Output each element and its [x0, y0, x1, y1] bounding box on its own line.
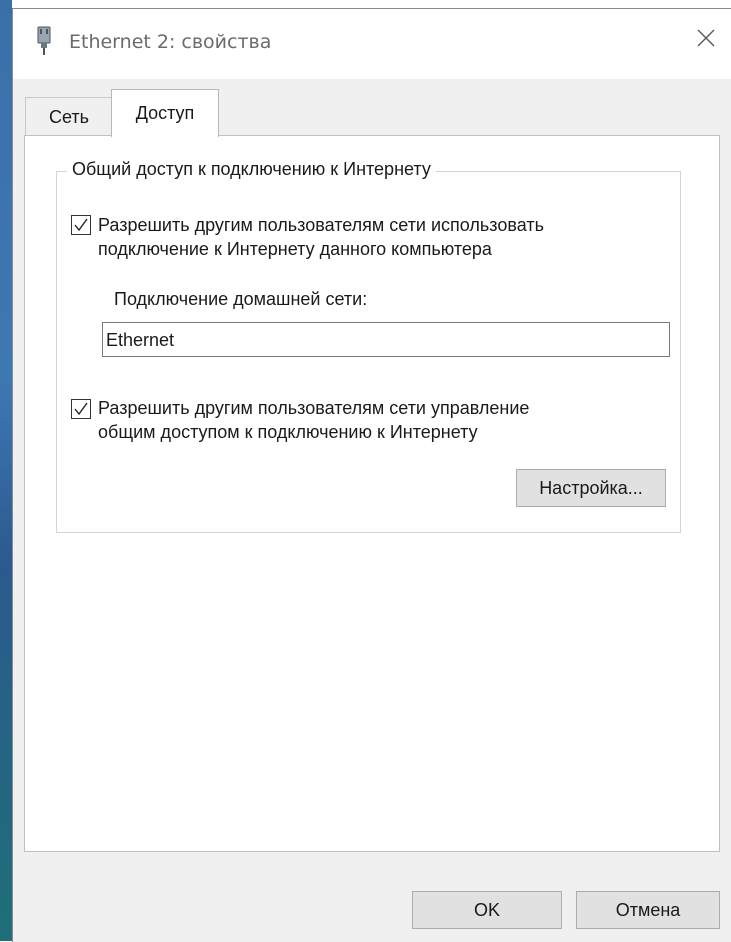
checkmark-icon — [74, 218, 88, 232]
tab-network[interactable]: Сеть — [25, 97, 113, 136]
ics-group-title: Общий доступ к подключению к Интернету — [67, 159, 436, 180]
access-tab-panel: Общий доступ к подключению к Интернету Р… — [24, 135, 720, 852]
allow-share-line1: Разрешить другим пользователям сети испо… — [98, 215, 544, 235]
allow-control-label[interactable]: Разрешить другим пользователям сети упра… — [98, 396, 529, 444]
allow-share-label[interactable]: Разрешить другим пользователям сети испо… — [98, 213, 544, 261]
tab-access-label: Доступ — [135, 103, 195, 123]
close-button[interactable] — [680, 9, 731, 71]
settings-button[interactable]: Настройка... — [516, 469, 666, 507]
background-window-strip — [0, 0, 12, 941]
network-adapter-icon — [35, 26, 53, 56]
close-icon — [697, 29, 715, 52]
cancel-button[interactable]: Отмена — [576, 891, 720, 929]
ok-button[interactable]: OK — [412, 891, 562, 929]
ics-groupbox: Общий доступ к подключению к Интернету Р… — [56, 159, 681, 533]
home-network-field[interactable]: Ethernet — [102, 322, 670, 357]
title-bar[interactable]: Ethernet 2: свойства — [13, 9, 731, 79]
properties-dialog: Ethernet 2: свойства Сеть Доступ Общий д… — [12, 8, 731, 942]
allow-share-checkbox[interactable] — [71, 215, 91, 235]
allow-control-checkbox[interactable] — [71, 399, 91, 419]
tab-access[interactable]: Доступ — [111, 89, 219, 137]
allow-share-line2: подключение к Интернету данного компьюте… — [98, 239, 492, 259]
background-window-top — [12, 0, 731, 8]
window-title: Ethernet 2: свойства — [69, 31, 272, 53]
tab-network-label: Сеть — [48, 106, 90, 127]
home-network-label: Подключение домашней сети: — [114, 289, 368, 309]
checkmark-icon — [74, 402, 88, 416]
allow-control-line1: Разрешить другим пользователям сети упра… — [98, 398, 530, 418]
allow-control-line2: общим доступом к подключению к Интернету — [98, 422, 478, 442]
